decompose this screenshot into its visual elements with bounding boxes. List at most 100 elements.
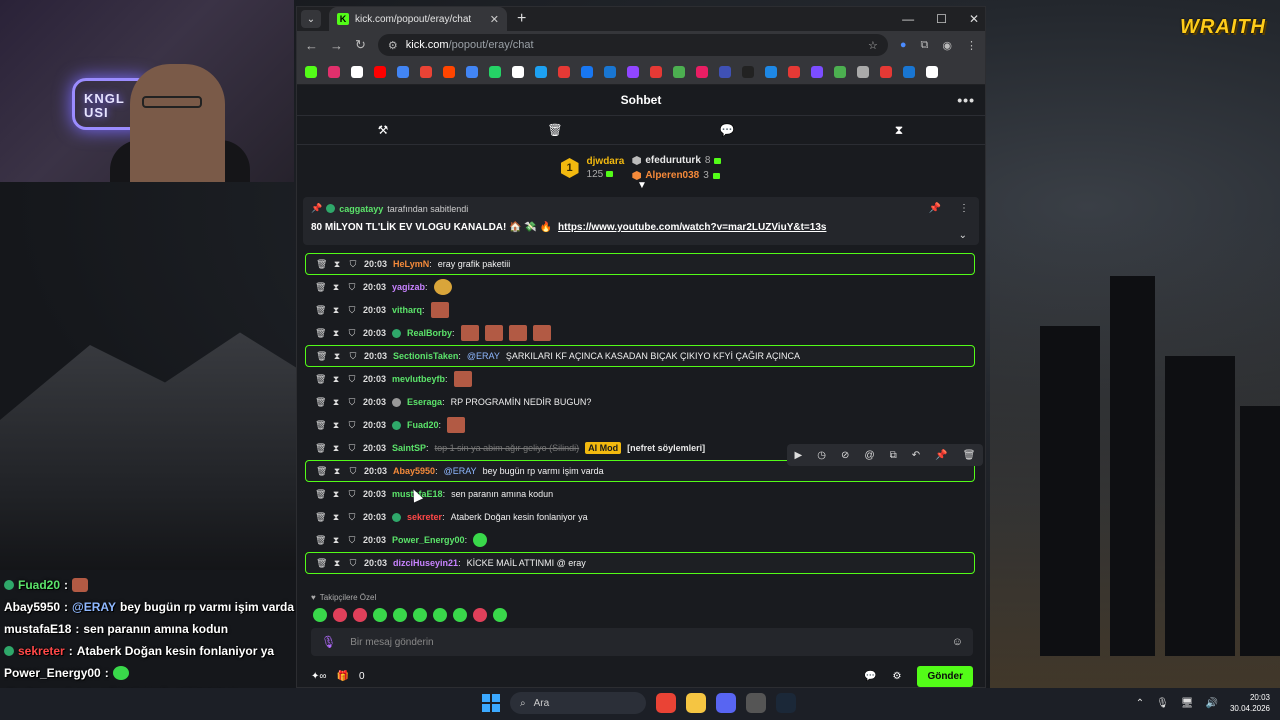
timeout-icon[interactable]: ⧗ bbox=[332, 558, 342, 569]
message-username[interactable]: SaintSP bbox=[392, 443, 426, 453]
bookmark-icon[interactable] bbox=[811, 65, 823, 78]
mod-tab-tools[interactable]: ⚒ bbox=[297, 116, 469, 144]
bookmark-icon[interactable] bbox=[604, 65, 616, 78]
pinned-link[interactable]: https://www.youtube.com/watch?v=mar2LUZV… bbox=[558, 222, 826, 233]
bookmark-icon[interactable] bbox=[397, 65, 409, 78]
message-username[interactable]: Power_Energy00 bbox=[392, 535, 465, 545]
close-window-button[interactable]: ✕ bbox=[969, 12, 979, 26]
mod-tab-delete[interactable]: 🗑 bbox=[469, 116, 641, 144]
chat-message[interactable]: 🗑 ⧗ ⛉ 20:03 RealBorby: bbox=[305, 322, 975, 344]
url-field[interactable]: ⚙ kick.com/popout/eray/chat ☆ bbox=[377, 34, 888, 56]
clock-icon[interactable]: ◷ bbox=[817, 450, 826, 461]
delete-icon[interactable]: 🗑 bbox=[315, 489, 326, 500]
windows-start-icon[interactable] bbox=[482, 694, 500, 712]
timeout-icon[interactable]: ⧗ bbox=[331, 282, 341, 293]
message-mention[interactable]: @ERAY bbox=[444, 466, 477, 476]
obs-app-icon[interactable] bbox=[746, 693, 766, 713]
delete-icon[interactable]: 🗑 bbox=[315, 282, 326, 293]
chat-message[interactable]: 🗑 ⧗ ⛉ 20:03 HeLymN: eray grafik paketiii bbox=[305, 253, 975, 275]
tray-chevron-icon[interactable]: ⌃ bbox=[1136, 698, 1144, 709]
emote-button[interactable] bbox=[393, 608, 407, 622]
delete-icon[interactable]: 🗑 bbox=[315, 397, 326, 408]
timeout-icon[interactable]: ⧗ bbox=[331, 397, 341, 408]
bookmark-icon[interactable] bbox=[742, 65, 754, 78]
timeout-icon[interactable]: ⧗ bbox=[331, 328, 341, 339]
emoji-icon[interactable]: ☺ bbox=[952, 636, 963, 648]
emote-button[interactable] bbox=[433, 608, 447, 622]
timeout-icon[interactable]: ⧗ bbox=[332, 259, 342, 270]
tab-search-button[interactable]: ⌄ bbox=[301, 10, 321, 28]
channel-points-icon[interactable]: ✦∞ bbox=[311, 671, 327, 682]
clock[interactable]: 20:03 30.04.2026 bbox=[1230, 692, 1270, 714]
gift-box-icon[interactable]: 🎁 bbox=[337, 671, 349, 682]
delete-icon[interactable]: 🗑 bbox=[315, 512, 326, 523]
message-username[interactable]: vitharq bbox=[392, 305, 422, 315]
bookmark-icon[interactable] bbox=[489, 65, 501, 78]
pinned-more-icon[interactable]: ⋮ bbox=[959, 203, 969, 214]
chat-message[interactable]: 🗑 ⧗ ⛉ 20:03 mustafaE18: sen paranın amına kod… bbox=[305, 483, 975, 505]
bookmark-icon[interactable] bbox=[558, 65, 570, 78]
message-username[interactable]: dizciHuseyin21 bbox=[393, 558, 458, 568]
microphone-icon[interactable]: 🎙 bbox=[321, 635, 336, 649]
timeout-icon[interactable]: ⧗ bbox=[331, 489, 341, 500]
timeout-icon[interactable]: ⧗ bbox=[331, 443, 341, 454]
message-username[interactable]: Fuad20 bbox=[407, 420, 439, 430]
timeout-icon[interactable]: ⧗ bbox=[332, 351, 342, 362]
second-name[interactable]: efeduruturk bbox=[645, 155, 701, 166]
tab-close-icon[interactable]: ✕ bbox=[490, 13, 499, 26]
reload-icon[interactable]: ↻ bbox=[355, 37, 366, 53]
more-options-icon[interactable]: ••• bbox=[957, 92, 975, 108]
discord-app-icon[interactable] bbox=[716, 693, 736, 713]
timeout-icon[interactable]: ⧗ bbox=[331, 374, 341, 385]
bookmark-icon[interactable] bbox=[581, 65, 593, 78]
emote-button[interactable] bbox=[353, 608, 367, 622]
chat-message[interactable]: 🗑 ⧗ ⛉ 20:03 Eseraga: RP PROGRAMİN NEDİR BUGUN… bbox=[305, 391, 975, 413]
delete-icon[interactable]: 🗑 bbox=[315, 535, 326, 546]
delete-icon[interactable]: 🗑 bbox=[316, 259, 327, 270]
pin-message-icon[interactable]: 📌 bbox=[935, 450, 947, 461]
back-icon[interactable]: ← bbox=[305, 38, 318, 53]
copy-icon[interactable]: ⧉ bbox=[890, 450, 897, 461]
chat-message[interactable]: 🗑 ⧗ ⛉ 20:03 yagizab: bbox=[305, 276, 975, 298]
leader-name[interactable]: djwdara bbox=[587, 156, 625, 167]
bookmark-icon[interactable] bbox=[443, 65, 455, 78]
emote-button[interactable] bbox=[493, 608, 507, 622]
mod-tab-timeout[interactable]: ⧗ bbox=[813, 116, 985, 144]
bookmark-icon[interactable] bbox=[466, 65, 478, 78]
bookmark-star-icon[interactable]: ☆ bbox=[868, 39, 878, 52]
emote-button[interactable] bbox=[453, 608, 467, 622]
maximize-button[interactable]: ☐ bbox=[936, 12, 947, 26]
chat-message[interactable]: 🗑 ⧗ ⛉ 20:03 mevlutbeyfb: bbox=[305, 368, 975, 390]
emote-button[interactable] bbox=[473, 608, 487, 622]
message-username[interactable]: RealBorby bbox=[407, 328, 452, 338]
bookmark-icon[interactable] bbox=[328, 65, 340, 78]
message-username[interactable]: yagizab bbox=[392, 282, 425, 292]
emote-button[interactable] bbox=[333, 608, 347, 622]
bookmark-icon[interactable] bbox=[627, 65, 639, 78]
forward-icon[interactable]: → bbox=[330, 38, 343, 53]
unpin-icon[interactable]: 📌 bbox=[929, 203, 941, 214]
chat-bubble-icon[interactable]: 💬 bbox=[864, 671, 876, 682]
bookmark-icon[interactable] bbox=[305, 65, 317, 78]
message-username[interactable]: sekreter bbox=[407, 512, 442, 522]
settings-gear-icon[interactable]: ⚙ bbox=[892, 671, 901, 682]
delete-icon[interactable]: 🗑 bbox=[315, 443, 326, 454]
chat-message[interactable]: 🗑 ⧗ ⛉ 20:03 sekreter: Ataberk Doğan kesin fon… bbox=[305, 506, 975, 528]
message-input[interactable]: Bir mesaj gönderin bbox=[350, 637, 433, 648]
play-icon[interactable]: ▶ bbox=[795, 450, 803, 461]
bookmark-icon[interactable] bbox=[673, 65, 685, 78]
scroll-down-icon[interactable]: ▼ bbox=[637, 180, 647, 191]
message-mention[interactable]: @ERAY bbox=[467, 351, 500, 361]
bookmark-icon[interactable] bbox=[512, 65, 524, 78]
chat-message[interactable]: 🗑 ⧗ ⛉ 20:03 SectionisTaken: @ERAY ŞARKILARI KF… bbox=[305, 345, 975, 367]
send-button[interactable]: Gönder bbox=[917, 665, 973, 687]
mention-icon[interactable]: @ bbox=[864, 450, 874, 461]
delete-icon[interactable]: 🗑 bbox=[315, 420, 326, 431]
bookmark-icon[interactable] bbox=[880, 65, 892, 78]
delete-icon[interactable]: 🗑 bbox=[315, 374, 326, 385]
profile-avatar-icon[interactable]: ◉ bbox=[942, 39, 952, 52]
taskbar-search[interactable]: ⌕ Ara bbox=[510, 692, 646, 714]
network-icon[interactable]: 🖥 bbox=[1181, 698, 1194, 709]
pinned-by-user[interactable]: caggatayy bbox=[339, 204, 383, 214]
bookmark-icon[interactable] bbox=[834, 65, 846, 78]
